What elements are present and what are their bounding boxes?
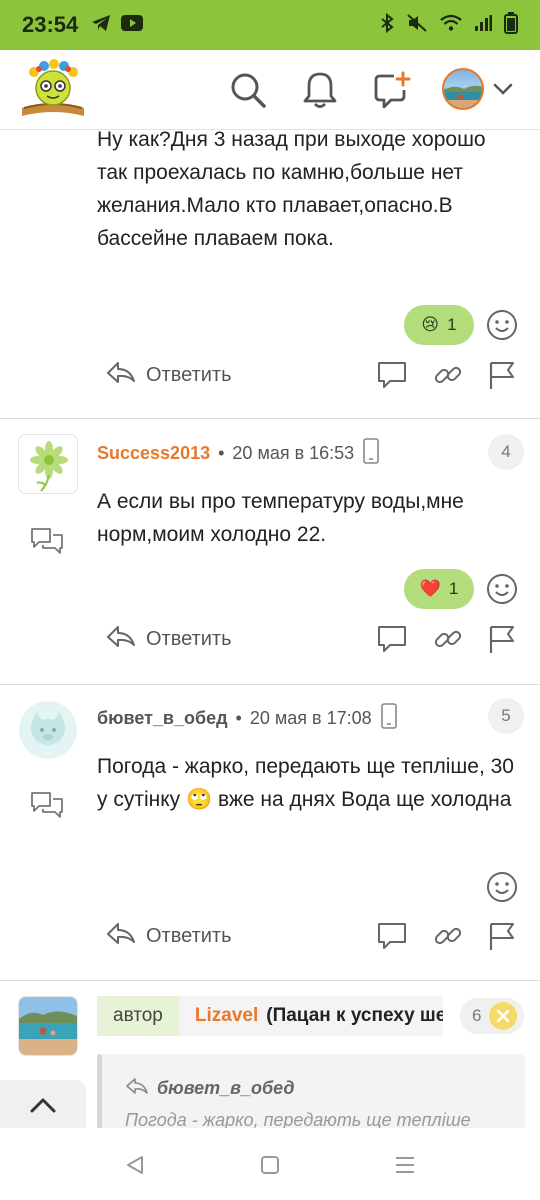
author-badge: автор (97, 996, 179, 1036)
quoted-comment[interactable]: бювет_в_обед Погода - жарко, передають щ… (97, 1054, 525, 1134)
reply-arrow-icon (106, 920, 136, 952)
user-avatar[interactable] (442, 68, 484, 110)
quote-reply-icon[interactable] (376, 623, 408, 655)
reply-button[interactable]: Ответить (106, 916, 232, 956)
reply-arrow-icon (125, 1076, 149, 1101)
system-nav-bar (0, 1128, 540, 1200)
quoted-text: Погода - жарко, передають ще тепліше (125, 1110, 471, 1130)
comment-text: А если вы про температуру воды,мне норм,… (97, 490, 464, 546)
comment-text: Ну как?Дня 3 назад при выходе хорошо так… (97, 128, 486, 250)
reaction-button[interactable]: 😢 1 (404, 305, 474, 345)
comment-divider (0, 684, 540, 685)
heart-emoji-icon: ❤️ (419, 579, 441, 598)
link-icon[interactable] (432, 623, 464, 655)
mobile-device-icon (380, 702, 398, 734)
comment-actions: Ответить (0, 619, 540, 659)
close-icon[interactable] (489, 1002, 518, 1030)
back-nav-icon[interactable] (124, 1154, 146, 1181)
comment-number: 4 (488, 434, 524, 470)
thread-icon[interactable] (30, 526, 64, 556)
reply-arrow-icon (106, 359, 136, 391)
quote-reply-icon[interactable] (376, 359, 408, 391)
comment-number: 6 (472, 1006, 482, 1025)
comment-date: 20 мая в 17:08 (249, 707, 372, 728)
report-flag-icon[interactable] (486, 623, 518, 655)
mute-icon (406, 13, 428, 38)
comment-number: 5 (488, 698, 524, 734)
username[interactable]: Lizavel (195, 1005, 258, 1027)
comment-text: Погода - жарко, передають ще тепліше, 30… (97, 755, 514, 811)
quote-reply-icon[interactable] (376, 920, 408, 952)
username[interactable]: бювет_в_обед (97, 708, 228, 729)
report-flag-icon[interactable] (486, 359, 518, 391)
reply-label: Ответить (146, 924, 232, 947)
link-icon[interactable] (432, 359, 464, 391)
status-bar: 23:54 (0, 0, 540, 50)
reply-button[interactable]: Ответить (106, 355, 232, 395)
chevron-down-icon[interactable] (492, 78, 514, 105)
reply-button[interactable]: Ответить (106, 619, 232, 659)
search-icon[interactable] (226, 68, 270, 112)
comment-divider (0, 418, 540, 419)
link-icon[interactable] (432, 920, 464, 952)
quote-bar (97, 1054, 102, 1134)
report-flag-icon[interactable] (486, 920, 518, 952)
reaction-count: 1 (447, 315, 457, 334)
thread-icon[interactable] (30, 790, 64, 820)
comment-date: 20 мая в 16:53 (232, 442, 355, 463)
add-reaction-icon[interactable] (486, 871, 518, 903)
site-logo[interactable] (18, 58, 88, 122)
comment-number-badge: 6 (460, 998, 524, 1034)
battery-icon (504, 11, 518, 39)
recents-nav-icon[interactable] (394, 1154, 416, 1181)
crying-emoji-icon: 😢 (421, 315, 440, 334)
wifi-icon (440, 14, 462, 37)
comment-meta: бювет_в_обед • 20 мая в 17:08 (97, 702, 398, 734)
comment-divider (0, 980, 540, 981)
signal-icon (474, 14, 492, 37)
bell-icon[interactable] (298, 68, 342, 112)
quoted-username: бювет_в_обед (157, 1078, 295, 1098)
home-nav-icon[interactable] (259, 1154, 281, 1181)
separator: • (218, 442, 225, 463)
youtube-icon (120, 14, 144, 37)
avatar[interactable] (18, 996, 78, 1056)
avatar[interactable] (18, 700, 78, 760)
author-header: автор Lizavel (Пацан к успеху шел) (97, 996, 443, 1036)
reply-label: Ответить (146, 363, 232, 386)
user-description: (Пацан к успеху шел) (266, 1005, 443, 1026)
comment-actions: Ответить (0, 916, 540, 956)
separator: • (235, 707, 242, 728)
reply-arrow-icon (106, 623, 136, 655)
comment-meta: Success2013 • 20 мая в 16:53 (97, 437, 380, 469)
bluetooth-icon (380, 12, 394, 38)
telegram-icon (90, 13, 112, 38)
username[interactable]: Success2013 (97, 443, 210, 464)
status-time: 23:54 (22, 12, 79, 37)
reaction-count: 1 (448, 579, 459, 598)
mobile-device-icon (362, 437, 380, 469)
new-post-icon[interactable] (370, 68, 414, 112)
comment-actions: Ответить (0, 355, 540, 395)
add-reaction-icon[interactable] (486, 573, 518, 605)
scroll-to-top-button[interactable] (0, 1080, 86, 1130)
avatar[interactable] (18, 434, 78, 494)
reaction-button[interactable]: ❤️ 1 (404, 569, 474, 609)
reply-label: Ответить (146, 627, 232, 650)
add-reaction-icon[interactable] (486, 309, 518, 341)
